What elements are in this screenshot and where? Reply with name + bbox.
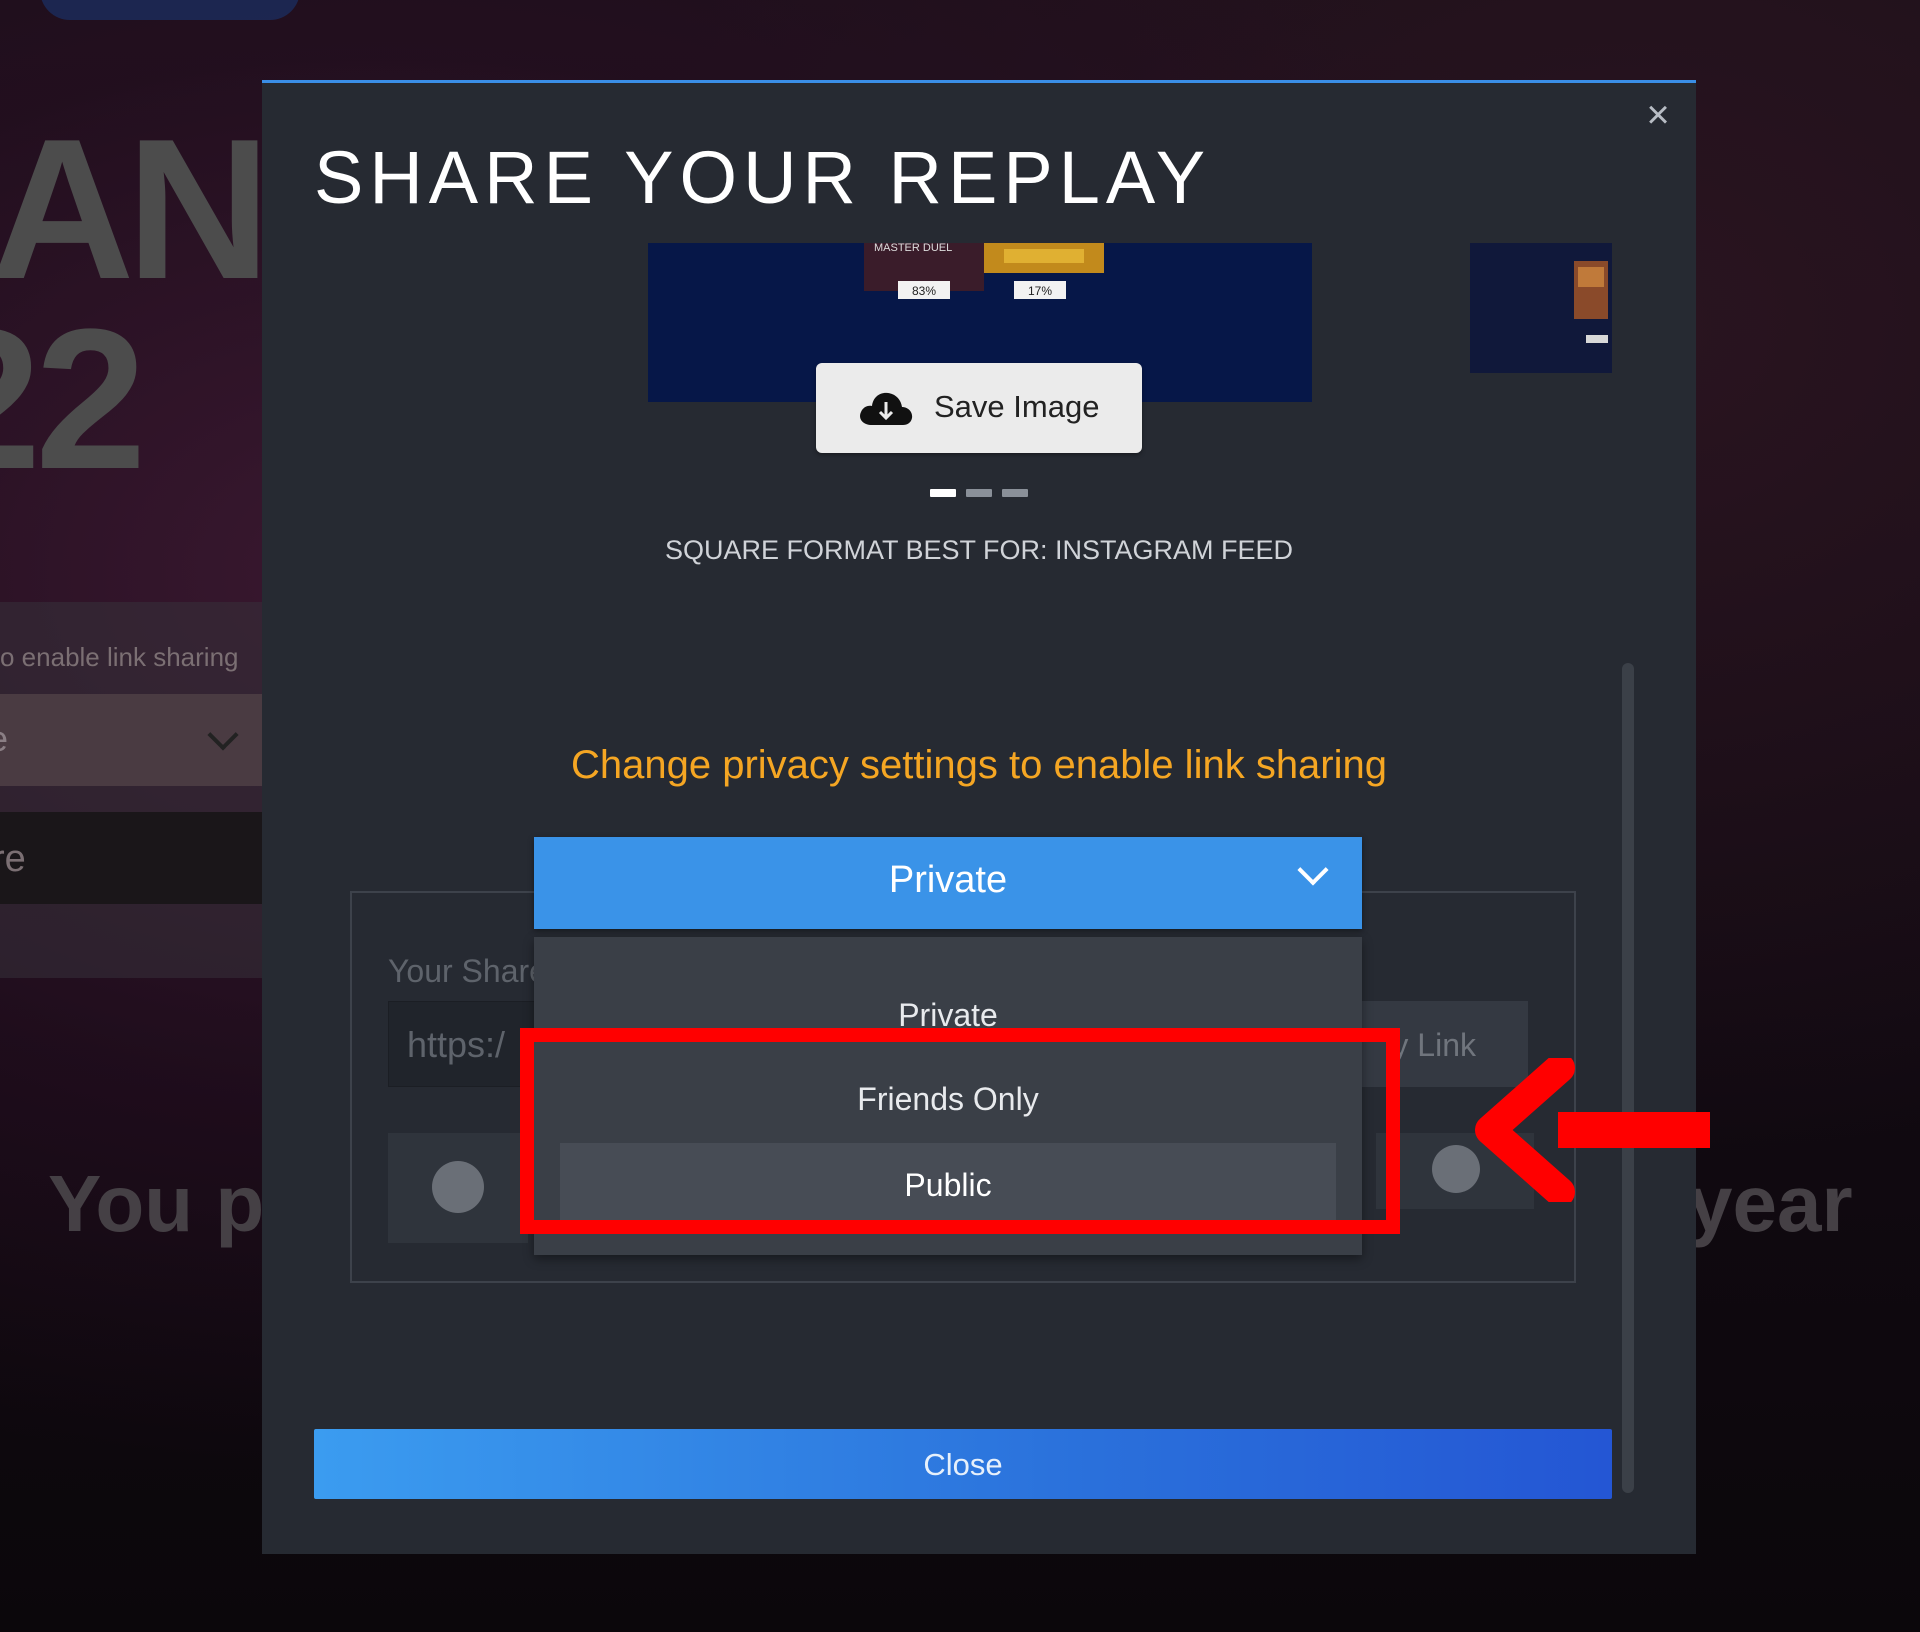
background-year: 22 [0,288,146,511]
share-url-value: https:/ [407,1024,506,1065]
privacy-warning: Change privacy settings to enable link s… [570,743,1388,787]
privacy-option-public[interactable]: Public [560,1143,1336,1227]
preview-brand: MASTER DUEL [874,243,952,254]
close-button-label: Close [923,1447,1003,1482]
privacy-options-list: Private Friends Only Public [534,937,1362,1255]
chevron-down-icon [207,719,239,751]
privacy-option-private[interactable]: Private [560,973,1336,1057]
background-privacy-select: e [0,694,262,786]
save-image-label: Save Image [934,389,1100,424]
privacy-option-friends-only[interactable]: Friends Only [560,1057,1336,1141]
preview-artwork: MASTER DUEL 83% 17% [864,243,1104,299]
carousel-dot-3[interactable] [1002,489,1028,497]
background-share-label: re [0,838,26,880]
modal-title: SHARE YOUR REPLAY [314,136,1212,219]
cloud-download-icon [860,392,913,425]
share-reddit-button[interactable] [1376,1133,1534,1209]
preview-stat-left: 83% [912,284,936,298]
carousel-dot-1[interactable] [930,489,956,497]
carousel-dot-2[interactable] [966,489,992,497]
privacy-select[interactable]: Private [534,837,1362,929]
share-steam-button[interactable] [388,1133,528,1243]
background-share-button: re [0,812,262,904]
steam-icon [432,1161,484,1213]
background-headline: AN [0,98,271,321]
thumbnail-artwork [1574,261,1608,343]
background-logo [40,0,300,20]
close-icon[interactable]: × [1640,95,1676,135]
save-image-button[interactable]: Save Image [816,363,1142,453]
preview-stat-right: 17% [1028,284,1052,298]
share-replay-modal: × SHARE YOUR REPLAY MASTER DUEL 83% 17% … [262,80,1696,1554]
reddit-icon [1432,1145,1480,1193]
background-select-value: e [0,718,8,760]
close-button[interactable]: Close [314,1429,1612,1499]
replay-preview-thumbnail[interactable] [1470,243,1612,373]
background-footer-text-right: year [1688,1159,1853,1248]
privacy-select-value: Private [888,859,1008,901]
background-privacy-hint: o enable link sharing [0,642,239,672]
background-footer-text: You p [48,1159,265,1248]
copy-link-label: y Link [1392,1027,1476,1063]
format-caption: SQUARE FORMAT BEST FOR: INSTAGRAM FEED [664,535,1294,565]
share-link-label: Your Share [388,953,547,989]
